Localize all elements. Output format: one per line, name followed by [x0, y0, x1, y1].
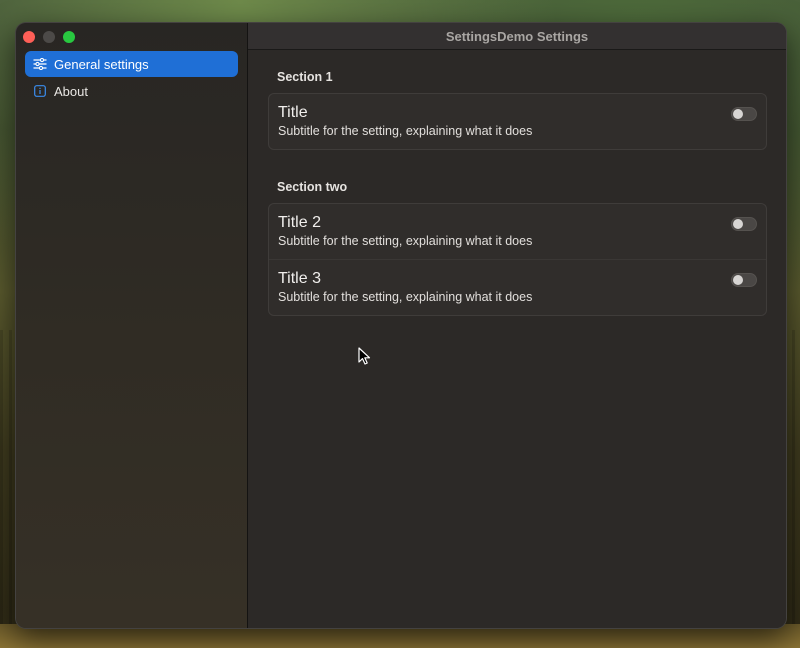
setting-row: Title 2 Subtitle for the setting, explai… [269, 204, 766, 259]
section-title: Section 1 [277, 70, 333, 84]
setting-subtitle: Subtitle for the setting, explaining wha… [278, 124, 533, 138]
setting-subtitle: Subtitle for the setting, explaining wha… [278, 290, 533, 304]
setting-row: Title Subtitle for the setting, explaini… [269, 94, 766, 149]
settings-window: General settings About SettingsDemo Sett… [15, 22, 787, 629]
sliders-icon [33, 57, 47, 71]
mouse-pointer-icon [358, 347, 371, 370]
sidebar-nav: General settings About [25, 51, 238, 105]
main-pane: SettingsDemo Settings Section 1 Title Su… [248, 23, 786, 628]
sidebar-item-label: About [54, 83, 88, 99]
setting-subtitle: Subtitle for the setting, explaining wha… [278, 234, 533, 248]
close-button[interactable] [23, 31, 35, 43]
section-title: Section two [277, 180, 348, 194]
setting-toggle[interactable] [731, 217, 757, 231]
info-icon [33, 84, 47, 98]
settings-group: Title 2 Subtitle for the setting, explai… [268, 203, 767, 316]
toggle-knob [733, 275, 743, 285]
sidebar: General settings About [16, 23, 248, 628]
setting-title: Title 3 [278, 270, 321, 287]
setting-title: Title 2 [278, 214, 321, 231]
toggle-knob [733, 219, 743, 229]
minimize-button[interactable] [43, 31, 55, 43]
setting-toggle[interactable] [731, 107, 757, 121]
window-title: SettingsDemo Settings [248, 23, 786, 50]
sidebar-item-about[interactable]: About [25, 78, 238, 104]
setting-toggle[interactable] [731, 273, 757, 287]
settings-content: Section 1 Title Subtitle for the setting… [248, 70, 786, 316]
sidebar-item-label: General settings [54, 56, 149, 72]
setting-row: Title 3 Subtitle for the setting, explai… [269, 259, 766, 315]
settings-group: Title Subtitle for the setting, explaini… [268, 93, 767, 150]
zoom-button[interactable] [63, 31, 75, 43]
sidebar-item-general-settings[interactable]: General settings [25, 51, 238, 77]
window-controls [23, 31, 75, 43]
toggle-knob [733, 109, 743, 119]
setting-title: Title [278, 104, 308, 121]
